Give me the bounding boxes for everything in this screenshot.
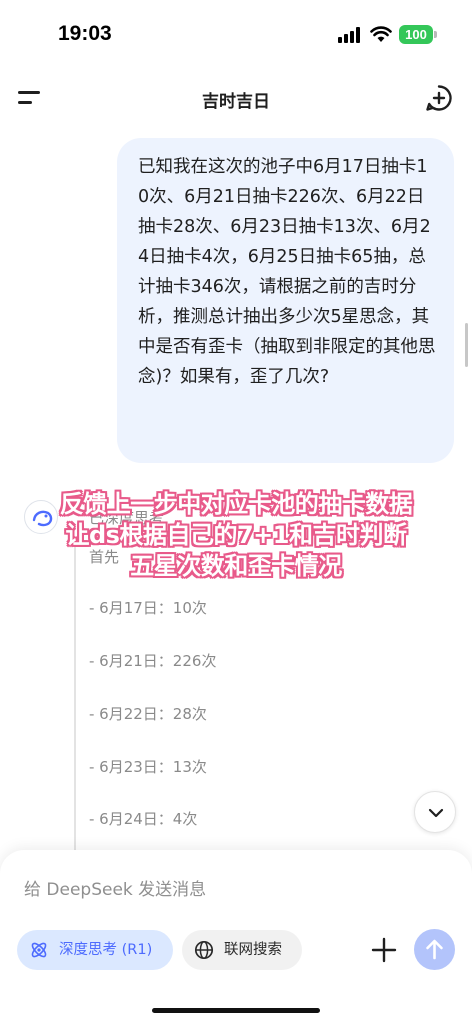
thinking-divider xyxy=(74,545,76,865)
chevron-down-icon xyxy=(428,808,444,818)
list-item: - 6月24日：4次 xyxy=(89,810,198,828)
battery-indicator: 100 xyxy=(399,25,433,44)
message-composer: 给 DeepSeek 发送消息 深度思考 (R1) 联网搜索 xyxy=(0,850,472,1024)
deep-think-label: 深度思考 (R1) xyxy=(59,942,153,958)
new-chat-icon[interactable] xyxy=(425,84,453,112)
scroll-to-bottom-button[interactable] xyxy=(414,791,456,833)
overlay-caption-line: 让ds根据自己的7+1和吉时判断 xyxy=(65,521,407,549)
send-button[interactable] xyxy=(414,929,455,970)
list-item: - 6月23日：13次 xyxy=(89,758,207,776)
wifi-icon xyxy=(370,26,392,42)
plus-icon[interactable] xyxy=(370,936,398,964)
arrow-up-icon xyxy=(426,939,443,960)
list-item: - 6月22日：28次 xyxy=(89,705,207,723)
overlay-caption-line: 五星次数和歪卡情况 xyxy=(130,552,342,580)
web-search-label: 联网搜索 xyxy=(224,942,282,958)
list-item: - 6月17日：10次 xyxy=(89,599,207,617)
home-indicator xyxy=(152,1008,320,1013)
conversation-title: 吉时吉日 xyxy=(202,92,270,112)
status-time: 19:03 xyxy=(58,22,112,45)
web-search-button[interactable]: 联网搜索 xyxy=(182,930,302,970)
deep-think-button[interactable]: 深度思考 (R1) xyxy=(17,930,173,970)
list-item: - 6月21日：226次 xyxy=(89,652,217,670)
status-bar: 19:03 100 xyxy=(0,0,472,70)
message-input[interactable]: 给 DeepSeek 发送消息 xyxy=(24,875,206,900)
user-message-bubble: 已知我在这次的池子中6月17日抽卡10次、6月21日抽卡226次、6月22日抽卡… xyxy=(117,138,454,463)
battery-tip xyxy=(434,31,437,38)
globe-icon xyxy=(194,940,214,960)
top-nav: 吉时吉日 xyxy=(0,70,472,126)
scrollbar[interactable] xyxy=(465,323,468,367)
cellular-signal-icon xyxy=(338,27,362,43)
atom-icon xyxy=(31,942,47,958)
overlay-caption-line: 反馈上一步中对应卡池的抽卡数据 xyxy=(59,490,413,518)
